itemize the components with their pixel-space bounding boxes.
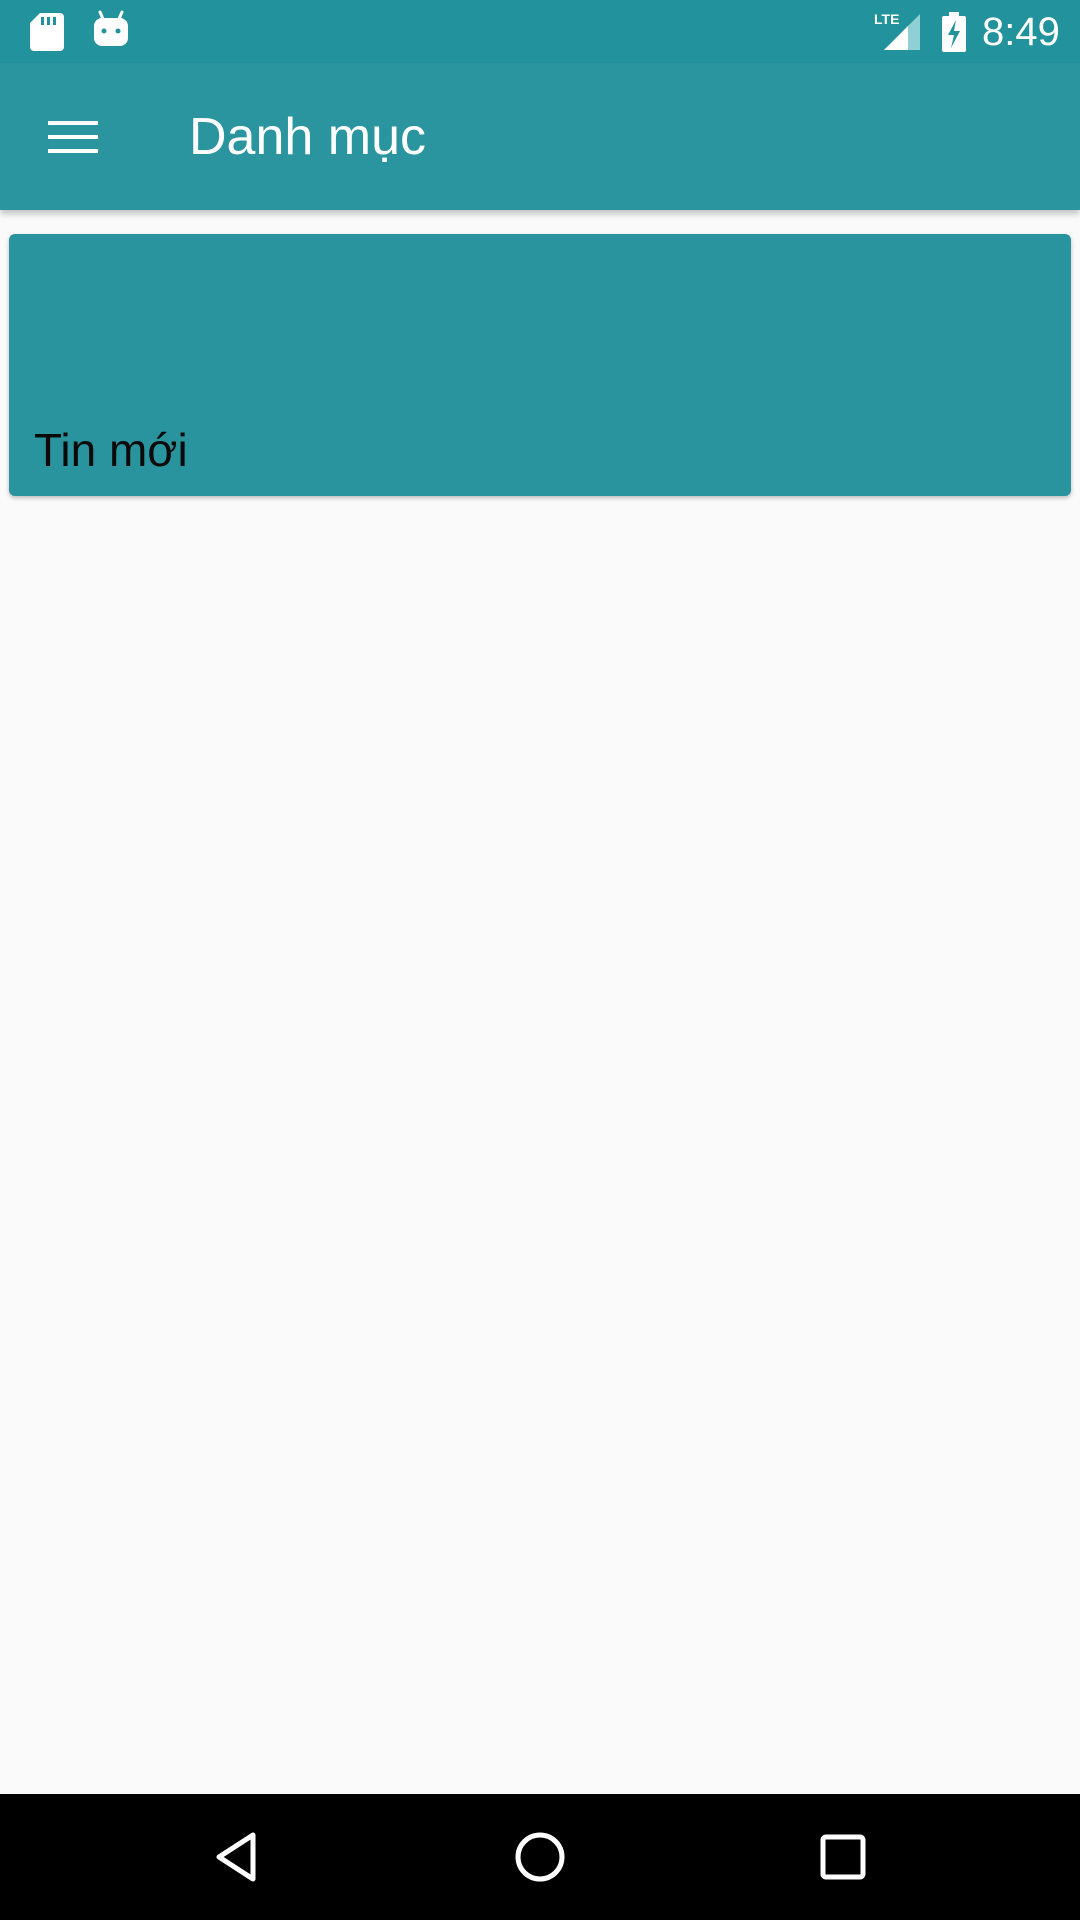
page-title: Danh mục xyxy=(189,108,426,166)
battery-charging-icon xyxy=(942,12,966,52)
menu-button[interactable] xyxy=(28,101,118,173)
recents-button[interactable] xyxy=(798,1812,888,1902)
back-icon xyxy=(216,1832,256,1882)
hamburger-menu-icon xyxy=(48,121,98,153)
recents-icon xyxy=(820,1834,866,1880)
category-card-tin-moi[interactable]: Tin mới xyxy=(9,234,1071,496)
svg-text:LTE: LTE xyxy=(874,11,899,27)
status-clock: 8:49 xyxy=(982,10,1060,54)
category-label: Tin mới xyxy=(34,424,188,476)
android-icon xyxy=(94,10,128,46)
home-icon xyxy=(515,1832,565,1882)
home-button[interactable] xyxy=(495,1812,585,1902)
sd-card-icon xyxy=(30,13,64,51)
lte-signal-icon: LTE xyxy=(874,11,920,50)
back-button[interactable] xyxy=(192,1812,282,1902)
navigation-bar xyxy=(0,1794,1080,1920)
app-bar: Danh mục xyxy=(0,63,1080,210)
screen: LTE 8:49 Danh mục Tin mới xyxy=(0,0,1080,1920)
status-bar: LTE 8:49 xyxy=(0,0,1080,63)
